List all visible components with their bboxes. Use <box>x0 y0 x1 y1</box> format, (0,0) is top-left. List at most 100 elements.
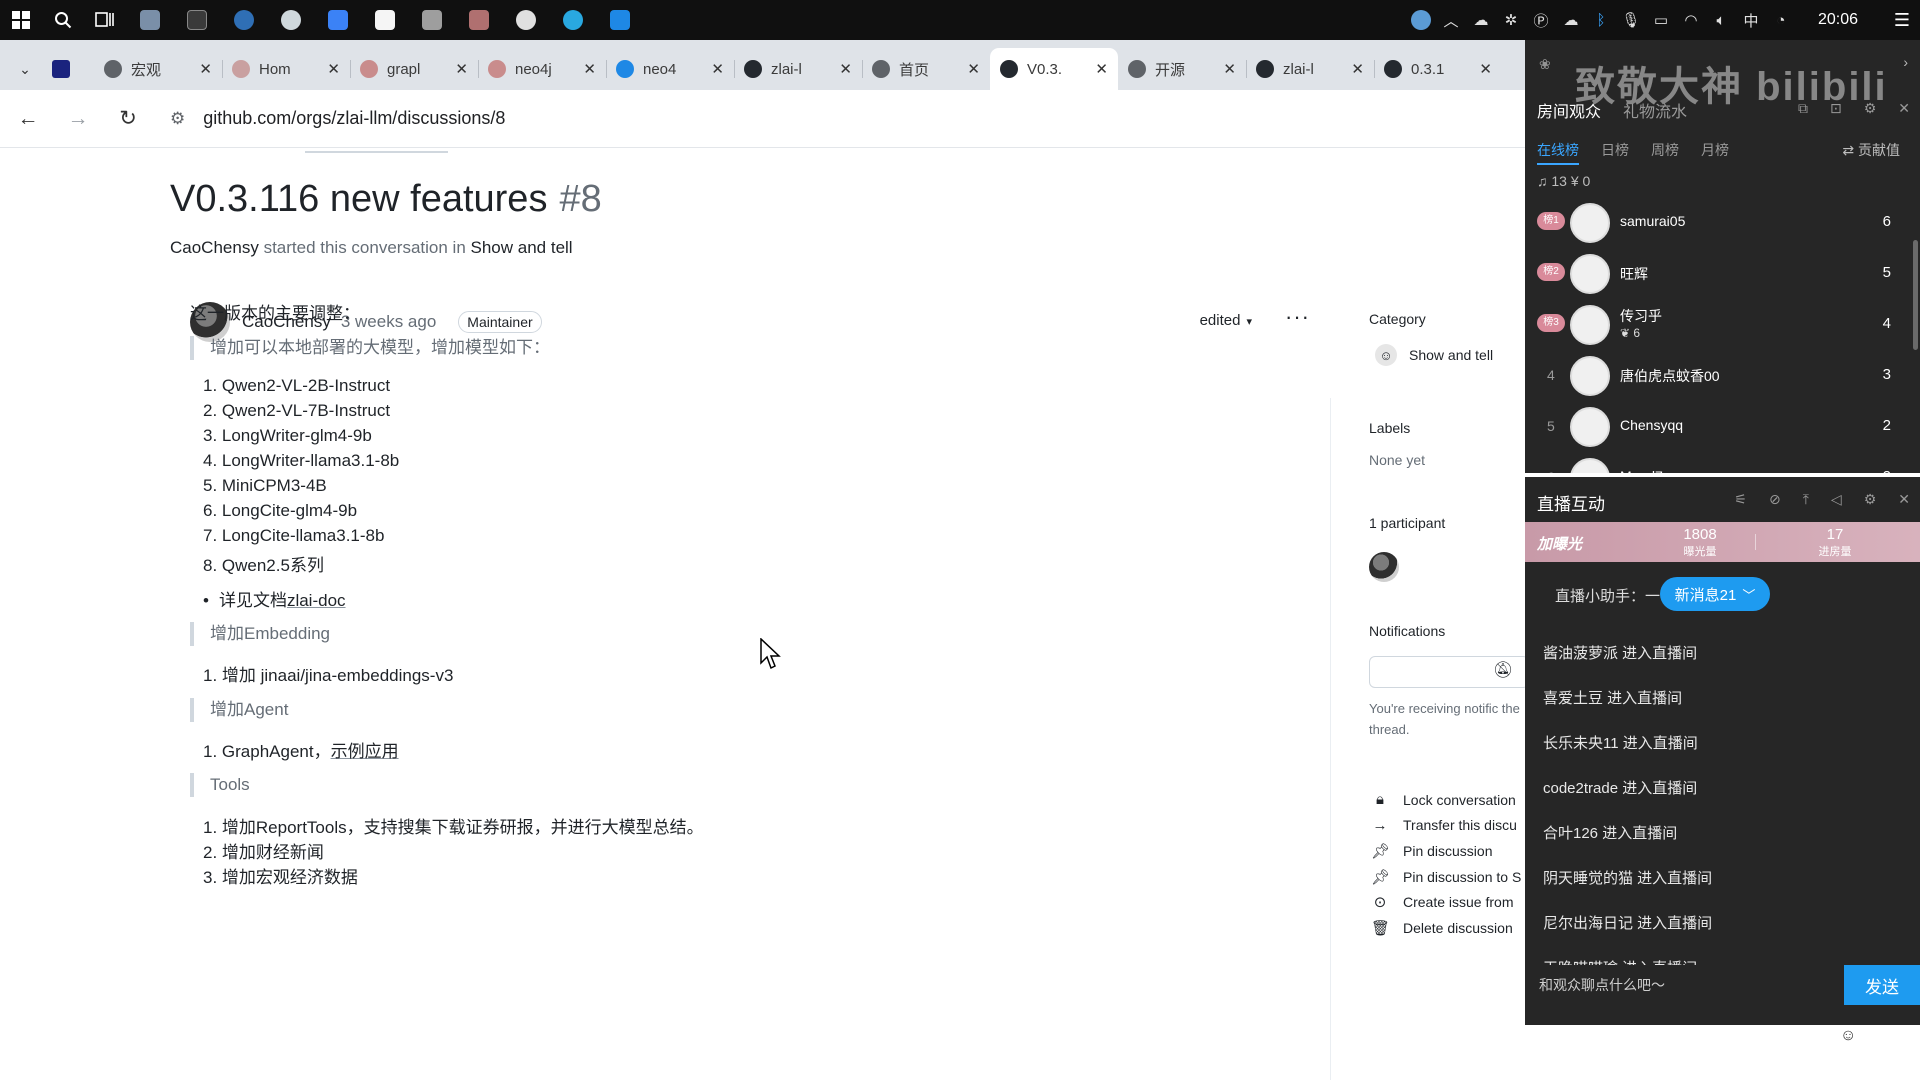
category-link[interactable]: Show and tell <box>471 238 573 257</box>
sidebar-action-label[interactable]: Create issue from <box>1403 894 1513 910</box>
sidebar-action-label[interactable]: Pin discussion to S <box>1403 869 1521 885</box>
close-icon[interactable]: ✕ <box>1898 100 1910 117</box>
wifi-icon[interactable]: ◠ <box>1676 0 1706 40</box>
sidebar-action-label[interactable]: Pin discussion <box>1403 843 1493 859</box>
new-messages-button[interactable]: 新消息21 ﹀ <box>1660 577 1770 611</box>
avatar[interactable] <box>1570 254 1610 294</box>
volume-icon[interactable]: 🔈︎ <box>1706 0 1736 40</box>
browser-tab[interactable]: Hom ✕ <box>222 48 350 90</box>
close-tab-icon[interactable]: ✕ <box>967 60 980 78</box>
rank-name[interactable]: samurai05 <box>1620 213 1685 229</box>
rank-name[interactable]: 传习乎 <box>1620 306 1662 326</box>
close-tab-icon[interactable]: ✕ <box>455 60 468 78</box>
assistant-bot-icon[interactable]: ☺ <box>1840 1027 1860 1047</box>
edited-dropdown[interactable]: edited ▾ <box>1200 312 1252 329</box>
clock[interactable]: 20:06 <box>1796 11 1884 29</box>
chevron-right-icon[interactable]: › <box>1903 54 1908 70</box>
chevron-down-icon[interactable]: ⌄ <box>8 48 42 90</box>
popout-icon[interactable]: ⧉ <box>1798 100 1808 117</box>
battery-icon[interactable]: ▭ <box>1646 0 1676 40</box>
rank-row[interactable]: 榜3 传习乎 ❦ 6 4 <box>1525 302 1905 348</box>
exposure-banner[interactable]: 加曝光 1808 曝光量 17 进房量 <box>1525 522 1920 562</box>
agent-example-link[interactable]: 示例应用 <box>331 742 399 761</box>
rank-row[interactable]: 榜1 samurai05 6 <box>1525 200 1905 246</box>
pin-top-icon[interactable]: ⤒ <box>1803 491 1809 508</box>
scrollbar[interactable] <box>1913 240 1918 350</box>
browser-tab[interactable]: V0.3. ✕ <box>990 48 1118 90</box>
close-tab-icon[interactable]: ✕ <box>199 60 212 78</box>
close-tab-icon[interactable]: ✕ <box>327 60 340 78</box>
filter-icon[interactable]: ⚟ <box>1734 491 1747 508</box>
search-icon[interactable] <box>42 0 84 40</box>
avatar[interactable] <box>1570 407 1610 447</box>
bluetooth-icon[interactable]: ᛒ <box>1586 0 1616 40</box>
close-tab-icon[interactable]: ✕ <box>711 60 724 78</box>
file-explorer-icon[interactable] <box>126 0 173 40</box>
more-options-icon[interactable]: ··· <box>1285 304 1310 330</box>
sidebar-action-label[interactable]: Delete discussion <box>1403 920 1513 936</box>
browser-tab[interactable]: grapl ✕ <box>350 48 478 90</box>
user-avatar-icon[interactable] <box>1406 0 1436 40</box>
close-icon[interactable]: ✕ <box>1898 491 1910 508</box>
rank-row[interactable]: 榜2 旺辉 5 <box>1525 251 1905 297</box>
sidebar-action-label[interactable]: Transfer this discu <box>1403 817 1517 833</box>
tab-online[interactable]: 在线榜 <box>1537 140 1579 165</box>
task-view-icon[interactable] <box>84 0 126 40</box>
sidebar-action[interactable]: 📌︎ Pin discussion to S <box>1371 868 1521 886</box>
sidebar-action[interactable]: 🗑︎ Delete discussion <box>1371 919 1513 937</box>
tray-app-icon[interactable]: ☁ <box>1556 0 1586 40</box>
gear-icon[interactable]: ⚙ <box>1864 100 1877 117</box>
ime-indicator[interactable]: 中 <box>1736 0 1766 40</box>
tab-monthly[interactable]: 月榜 <box>1701 140 1729 165</box>
category-label[interactable]: Show and tell <box>1409 347 1493 363</box>
close-tab-icon[interactable]: ✕ <box>1223 60 1236 78</box>
chevron-up-icon[interactable]: ︿ <box>1436 0 1466 40</box>
tab-gifts[interactable]: 礼物流水 <box>1623 98 1687 122</box>
browser-tab[interactable]: zlai-l ✕ <box>734 48 862 90</box>
category-value[interactable]: ☺ Show and tell <box>1375 344 1493 366</box>
tab-audience[interactable]: 房间观众 <box>1537 98 1601 122</box>
rank-name[interactable]: 唐伯虎点蚊香00 <box>1620 366 1720 386</box>
monitor-icon[interactable] <box>596 0 643 40</box>
chat-input[interactable]: 和观众聊点什么吧～ <box>1539 975 1665 995</box>
doc-link[interactable]: zlai-doc <box>287 591 346 610</box>
tab-daily[interactable]: 日榜 <box>1601 140 1629 165</box>
mute-icon[interactable]: ⊘ <box>1769 491 1781 508</box>
browser-tab[interactable]: 开源 ✕ <box>1118 48 1246 90</box>
rank-row[interactable]: 6 Mood7 2 <box>1525 455 1905 473</box>
avatar[interactable] <box>1570 458 1610 473</box>
url-text[interactable]: github.com/orgs/zlai-llm/discussions/8 <box>203 108 505 129</box>
tray-app-icon[interactable]: Ⓟ <box>1526 0 1556 40</box>
contribution-sort[interactable]: ⇄ 贡献值 <box>1842 140 1900 160</box>
tab-weekly[interactable]: 周榜 <box>1651 140 1679 165</box>
terminal-icon[interactable] <box>173 0 220 40</box>
microphone-icon[interactable]: 🎙︎ <box>1616 0 1646 40</box>
browser-tab[interactable]: 首页 ✕ <box>862 48 990 90</box>
avatar[interactable] <box>1570 203 1610 243</box>
close-tab-icon[interactable]: ✕ <box>1479 60 1492 78</box>
close-tab-icon[interactable]: ✕ <box>839 60 852 78</box>
sidebar-action-label[interactable]: Lock conversation <box>1403 792 1516 808</box>
rank-name[interactable]: 旺辉 <box>1620 264 1648 284</box>
app-icon[interactable] <box>455 0 502 40</box>
browser-tab[interactable]: zlai-l ✕ <box>1246 48 1374 90</box>
tray-app-icon[interactable]: ☁ <box>1466 0 1496 40</box>
browser-tab[interactable]: neo4 ✕ <box>606 48 734 90</box>
browser-tab[interactable]: 0.3.1 ✕ <box>1374 48 1502 90</box>
avatar[interactable] <box>1570 356 1610 396</box>
gear-icon[interactable]: ⚙ <box>1864 491 1877 508</box>
browser-tab[interactable]: 宏观 ✕ <box>94 48 222 90</box>
address-bar[interactable]: ⚙ github.com/orgs/zlai-llm/discussions/8 <box>170 108 505 129</box>
sidebar-action[interactable]: ⊙ Create issue from <box>1371 893 1514 911</box>
tab-v-app[interactable] <box>42 48 94 90</box>
boost-label[interactable]: 加曝光 <box>1537 533 1582 554</box>
close-tab-icon[interactable]: ✕ <box>583 60 596 78</box>
windows-start-icon[interactable] <box>0 0 42 40</box>
wechat-icon[interactable] <box>267 0 314 40</box>
author-link[interactable]: CaoChensy <box>170 238 259 257</box>
sound-icon[interactable]: ◁ <box>1831 491 1842 508</box>
app-icon[interactable] <box>361 0 408 40</box>
close-tab-icon[interactable]: ✕ <box>1095 60 1108 78</box>
rank-name[interactable]: Chensyqq <box>1620 417 1683 433</box>
sidebar-action[interactable]: → Transfer this discu <box>1371 817 1517 834</box>
